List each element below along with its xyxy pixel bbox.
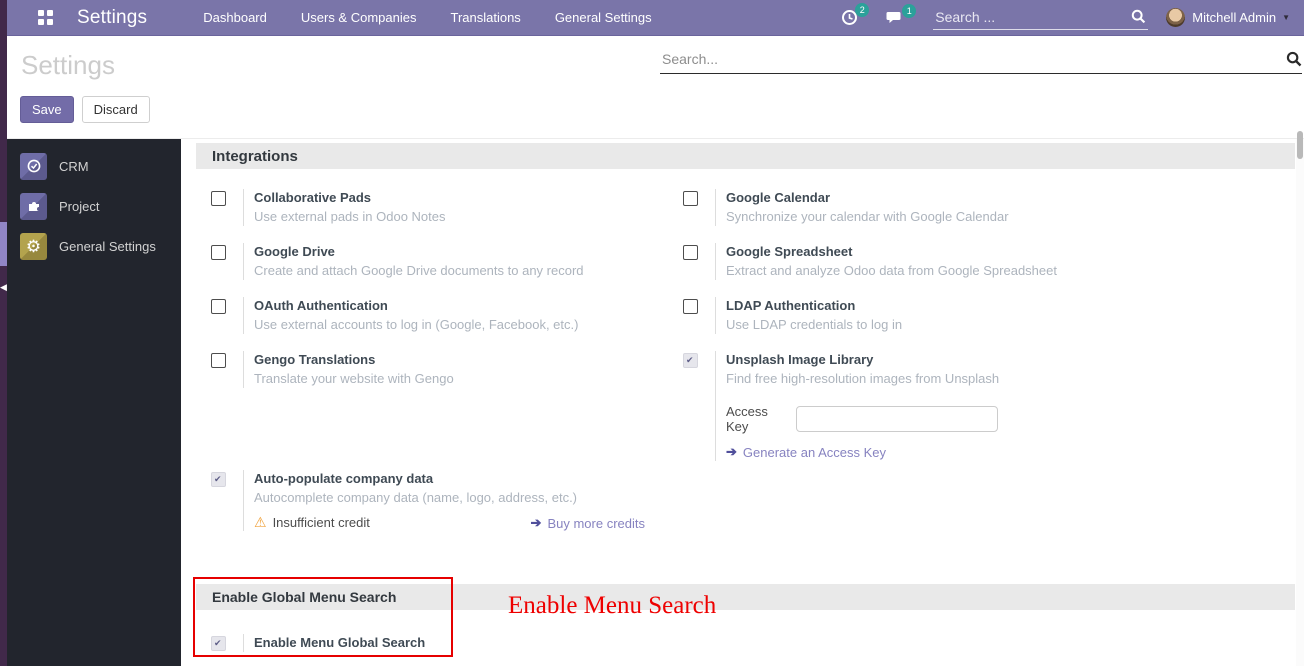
gear-icon: ⚙ xyxy=(20,233,47,260)
setting-subtitle: Create and attach Google Drive documents… xyxy=(254,261,683,280)
access-key-label: Access Key xyxy=(726,404,788,434)
checkbox-gengo-translations[interactable] xyxy=(211,353,226,368)
section-header-enable-global-menu-search: Enable Global Menu Search xyxy=(196,584,1295,610)
sidebar-item-crm[interactable]: CRM xyxy=(7,146,181,186)
access-key-input[interactable] xyxy=(796,406,998,432)
setting-title[interactable]: Unsplash Image Library xyxy=(726,351,1155,369)
checkbox-collaborative-pads[interactable] xyxy=(211,191,226,206)
top-navbar: Settings Dashboard Users & Companies Tra… xyxy=(0,0,1304,36)
setting-title[interactable]: Enable Menu Global Search xyxy=(254,634,1296,652)
setting-unsplash-image-library: Unsplash Image Library Find free high-re… xyxy=(683,351,1155,470)
activity-badge: 2 xyxy=(855,3,869,17)
project-icon xyxy=(20,193,47,220)
settings-grid: Collaborative Pads Use external pads in … xyxy=(211,189,1296,560)
setting-title[interactable]: OAuth Authentication xyxy=(254,297,683,315)
setting-title[interactable]: Google Drive xyxy=(254,243,683,261)
search-icon[interactable] xyxy=(1131,9,1146,24)
setting-auto-populate-company-data: Auto-populate company data Autocomplete … xyxy=(211,470,683,560)
setting-subtitle: Use external accounts to log in (Google,… xyxy=(254,315,683,334)
setting-subtitle: Use external pads in Odoo Notes xyxy=(254,207,683,226)
checkbox-google-calendar[interactable] xyxy=(683,191,698,206)
chevron-down-icon: ▼ xyxy=(1282,13,1290,22)
setting-google-spreadsheet: Google Spreadsheet Extract and analyze O… xyxy=(683,243,1155,297)
sidebar-item-label: CRM xyxy=(59,159,89,174)
warning-icon xyxy=(254,515,273,530)
top-menu: Dashboard Users & Companies Translations… xyxy=(203,10,651,25)
sidebar-item-label: Project xyxy=(59,199,99,214)
setting-google-drive: Google Drive Create and attach Google Dr… xyxy=(211,243,683,297)
crm-icon xyxy=(20,153,47,180)
activity-clock-icon[interactable]: 2 xyxy=(841,9,858,26)
navbar-right: 2 1 Mitchell Admin ▼ xyxy=(841,6,1304,30)
red-annotation-text: Enable Menu Search xyxy=(508,592,716,620)
checkbox-oauth-authentication[interactable] xyxy=(211,299,226,314)
settings-sidebar: CRM Project ⚙ General Settings xyxy=(7,139,181,666)
user-avatar xyxy=(1166,8,1185,27)
menu-users-companies[interactable]: Users & Companies xyxy=(301,10,417,25)
settings-search-input[interactable] xyxy=(660,47,1302,74)
content-scrollbar[interactable] xyxy=(1296,139,1304,666)
checkbox-ldap-authentication[interactable] xyxy=(683,299,698,314)
checkbox-unsplash-checked[interactable] xyxy=(683,353,698,368)
setting-enable-menu-global-search: Enable Menu Global Search xyxy=(211,634,1296,652)
user-menu[interactable]: Mitchell Admin ▼ xyxy=(1166,8,1290,27)
checkbox-google-drive[interactable] xyxy=(211,245,226,260)
setting-subtitle: Find free high-resolution images from Un… xyxy=(726,369,1155,388)
section-header-integrations: Integrations xyxy=(196,143,1295,169)
checkbox-google-spreadsheet[interactable] xyxy=(683,245,698,260)
menu-translations[interactable]: Translations xyxy=(450,10,520,25)
setting-subtitle: Translate your website with Gengo xyxy=(254,369,683,388)
setting-subtitle: Synchronize your calendar with Google Ca… xyxy=(726,207,1155,226)
menu-general-settings[interactable]: General Settings xyxy=(555,10,652,25)
setting-title[interactable]: Google Spreadsheet xyxy=(726,243,1155,261)
sidebar-item-general-settings[interactable]: ⚙ General Settings xyxy=(7,226,181,266)
app-brand-title[interactable]: Settings xyxy=(77,7,147,29)
enable-global-menu-search-section: Enable Global Menu Search Enable Menu Gl… xyxy=(181,584,1296,652)
navbar-search-input[interactable] xyxy=(933,6,1148,30)
active-menu-indicator xyxy=(0,222,7,266)
insufficient-credit-warning: Insufficient credit xyxy=(254,514,370,531)
setting-subtitle: Autocomplete company data (name, logo, a… xyxy=(254,488,683,507)
messages-chat-icon[interactable]: 1 xyxy=(886,10,905,26)
messages-badge: 1 xyxy=(902,4,916,18)
control-panel: Settings Save Discard xyxy=(7,37,1304,139)
setting-title[interactable]: Collaborative Pads xyxy=(254,189,683,207)
setting-gengo-translations: Gengo Translations Translate your websit… xyxy=(211,351,683,470)
setting-collaborative-pads: Collaborative Pads Use external pads in … xyxy=(211,189,683,243)
sidebar-item-label: General Settings xyxy=(59,239,156,254)
apps-grid-icon[interactable] xyxy=(38,10,53,25)
settings-content: Integrations Collaborative Pads Use exte… xyxy=(181,139,1296,666)
setting-ldap-authentication: LDAP Authentication Use LDAP credentials… xyxy=(683,297,1155,351)
setting-title[interactable]: Gengo Translations xyxy=(254,351,683,369)
discard-button[interactable]: Discard xyxy=(82,96,150,123)
setting-title[interactable]: LDAP Authentication xyxy=(726,297,1155,315)
setting-subtitle: Use LDAP credentials to log in xyxy=(726,315,1155,334)
setting-subtitle: Extract and analyze Odoo data from Googl… xyxy=(726,261,1155,280)
scrollbar-thumb[interactable] xyxy=(1297,131,1303,159)
buy-more-credits-link[interactable]: Buy more credits xyxy=(531,515,645,531)
page-title: Settings xyxy=(21,50,115,81)
settings-search xyxy=(660,47,1302,74)
menu-dashboard[interactable]: Dashboard xyxy=(203,10,267,25)
arrow-right-icon xyxy=(726,444,743,460)
setting-oauth-authentication: OAuth Authentication Use external accoun… xyxy=(211,297,683,351)
arrow-right-icon xyxy=(531,515,548,531)
generate-access-key-link[interactable]: Generate an Access Key xyxy=(726,444,886,460)
setting-google-calendar: Google Calendar Synchronize your calenda… xyxy=(683,189,1155,243)
chevron-left-icon[interactable]: ◀ xyxy=(0,283,7,292)
save-button[interactable]: Save xyxy=(20,96,74,123)
search-icon[interactable] xyxy=(1286,51,1302,67)
sidebar-item-project[interactable]: Project xyxy=(7,186,181,226)
user-name: Mitchell Admin xyxy=(1192,10,1276,25)
checkbox-auto-populate-checked[interactable] xyxy=(211,472,226,487)
checkbox-enable-menu-global-search-checked[interactable] xyxy=(211,636,226,651)
setting-title[interactable]: Auto-populate company data xyxy=(254,470,683,488)
navbar-search xyxy=(933,6,1148,30)
window-left-strip: ◀ xyxy=(0,0,7,666)
setting-title[interactable]: Google Calendar xyxy=(726,189,1155,207)
